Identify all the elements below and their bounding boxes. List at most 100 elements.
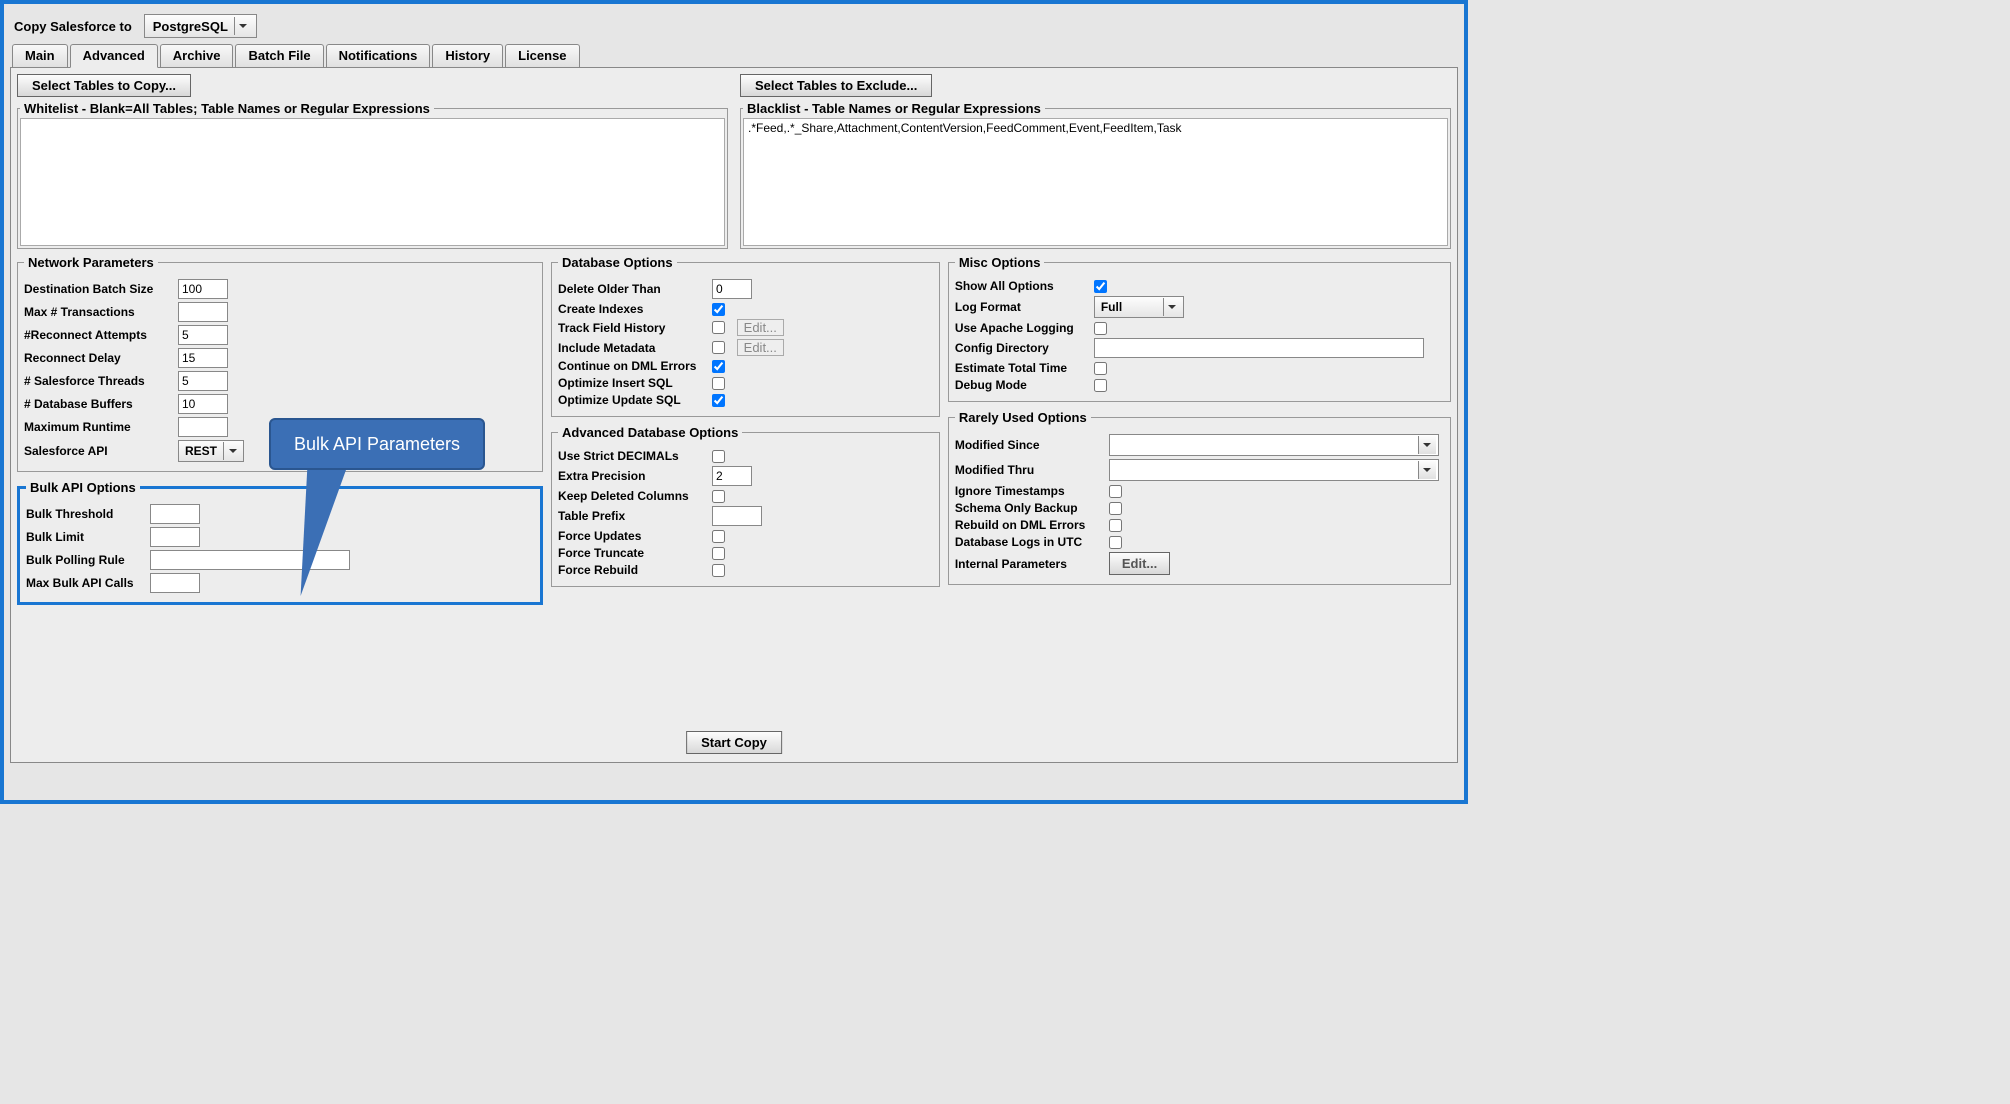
internal-params-label: Internal Parameters xyxy=(955,557,1105,571)
tab-archive[interactable]: Archive xyxy=(160,44,234,67)
max-runtime-label: Maximum Runtime xyxy=(24,420,174,434)
log-format-label: Log Format xyxy=(955,300,1090,314)
select-tables-copy-button[interactable]: Select Tables to Copy... xyxy=(17,74,191,97)
misc-options: Misc Options Show All Options Log Format… xyxy=(948,255,1451,402)
callout-bubble: Bulk API Parameters xyxy=(269,418,485,470)
tab-license[interactable]: License xyxy=(505,44,579,67)
keep-del-checkbox[interactable] xyxy=(712,490,725,503)
db-buffers-input[interactable] xyxy=(178,394,228,414)
reconn-att-input[interactable] xyxy=(178,325,228,345)
track-history-edit-button[interactable]: Edit... xyxy=(737,319,784,336)
whitelist-listbox[interactable] xyxy=(20,118,725,246)
log-format-select[interactable]: Full xyxy=(1094,296,1184,318)
max-runtime-input[interactable] xyxy=(178,417,228,437)
strict-dec-checkbox[interactable] xyxy=(712,450,725,463)
bulk-legend: Bulk API Options xyxy=(26,480,140,495)
mod-since-label: Modified Since xyxy=(955,438,1105,452)
bulk-limit-input[interactable] xyxy=(150,527,200,547)
tab-notifications[interactable]: Notifications xyxy=(326,44,431,67)
mod-since-select[interactable] xyxy=(1109,434,1439,456)
bulk-maxcalls-label: Max Bulk API Calls xyxy=(26,576,146,590)
reconn-delay-input[interactable] xyxy=(178,348,228,368)
table-prefix-input[interactable] xyxy=(712,506,762,526)
track-history-label: Track Field History xyxy=(558,321,708,335)
delete-older-label: Delete Older Than xyxy=(558,282,708,296)
extra-prec-input[interactable] xyxy=(712,466,752,486)
chevron-down-icon xyxy=(1163,298,1181,316)
apache-log-checkbox[interactable] xyxy=(1094,322,1107,335)
chevron-down-icon xyxy=(234,17,252,35)
max-trans-input[interactable] xyxy=(178,302,228,322)
include-meta-checkbox[interactable] xyxy=(712,341,725,354)
mod-thru-select[interactable] xyxy=(1109,459,1439,481)
extra-prec-label: Extra Precision xyxy=(558,469,708,483)
header: Copy Salesforce to PostgreSQL xyxy=(4,4,1464,44)
advdb-legend: Advanced Database Options xyxy=(558,425,742,440)
create-indexes-label: Create Indexes xyxy=(558,302,708,316)
sf-threads-label: # Salesforce Threads xyxy=(24,374,174,388)
log-format-value: Full xyxy=(1101,300,1122,314)
sf-api-select[interactable]: REST xyxy=(178,440,244,462)
force-trunc-checkbox[interactable] xyxy=(712,547,725,560)
bulk-maxcalls-input[interactable] xyxy=(150,573,200,593)
select-tables-exclude-button[interactable]: Select Tables to Exclude... xyxy=(740,74,932,97)
opt-update-checkbox[interactable] xyxy=(712,394,725,407)
tab-history[interactable]: History xyxy=(432,44,503,67)
apache-log-label: Use Apache Logging xyxy=(955,321,1090,335)
advanced-database-options: Advanced Database Options Use Strict DEC… xyxy=(551,425,940,587)
destination-value: PostgreSQL xyxy=(153,19,228,34)
cont-dml-checkbox[interactable] xyxy=(712,360,725,373)
force-rebuild-label: Force Rebuild xyxy=(558,563,708,577)
include-meta-label: Include Metadata xyxy=(558,341,708,355)
show-all-checkbox[interactable] xyxy=(1094,280,1107,293)
tab-bar: Main Advanced Archive Batch File Notific… xyxy=(4,44,1464,67)
chevron-down-icon xyxy=(1418,436,1436,454)
internal-params-edit-button[interactable]: Edit... xyxy=(1109,552,1170,575)
dest-batch-label: Destination Batch Size xyxy=(24,282,174,296)
start-copy-button[interactable]: Start Copy xyxy=(686,731,782,754)
whitelist-legend: Whitelist - Blank=All Tables; Table Name… xyxy=(20,101,434,116)
config-dir-input[interactable] xyxy=(1094,338,1424,358)
force-trunc-label: Force Truncate xyxy=(558,546,708,560)
chevron-down-icon xyxy=(1418,461,1436,479)
reconn-delay-label: Reconnect Delay xyxy=(24,351,174,365)
dest-batch-input[interactable] xyxy=(178,279,228,299)
include-meta-edit-button[interactable]: Edit... xyxy=(737,339,784,356)
track-history-checkbox[interactable] xyxy=(712,321,725,334)
config-dir-label: Config Directory xyxy=(955,341,1090,355)
rebuild-dml-label: Rebuild on DML Errors xyxy=(955,518,1105,532)
force-rebuild-checkbox[interactable] xyxy=(712,564,725,577)
bulk-threshold-input[interactable] xyxy=(150,504,200,524)
table-prefix-label: Table Prefix xyxy=(558,509,708,523)
opt-update-label: Optimize Update SQL xyxy=(558,393,708,407)
tab-advanced[interactable]: Advanced xyxy=(70,44,158,68)
tab-batch-file[interactable]: Batch File xyxy=(235,44,323,67)
sf-api-label: Salesforce API xyxy=(24,444,174,458)
keep-del-label: Keep Deleted Columns xyxy=(558,489,708,503)
cont-dml-label: Continue on DML Errors xyxy=(558,359,708,373)
show-all-label: Show All Options xyxy=(955,279,1090,293)
rebuild-dml-checkbox[interactable] xyxy=(1109,519,1122,532)
sf-threads-input[interactable] xyxy=(178,371,228,391)
est-time-checkbox[interactable] xyxy=(1094,362,1107,375)
db-logs-utc-checkbox[interactable] xyxy=(1109,536,1122,549)
db-legend: Database Options xyxy=(558,255,677,270)
app-window: Copy Salesforce to PostgreSQL Main Advan… xyxy=(0,0,1468,804)
schema-only-checkbox[interactable] xyxy=(1109,502,1122,515)
debug-label: Debug Mode xyxy=(955,378,1090,392)
tab-panel-advanced: Select Tables to Copy... Whitelist - Bla… xyxy=(10,67,1458,763)
opt-insert-checkbox[interactable] xyxy=(712,377,725,390)
ignore-ts-checkbox[interactable] xyxy=(1109,485,1122,498)
debug-checkbox[interactable] xyxy=(1094,379,1107,392)
delete-older-input[interactable] xyxy=(712,279,752,299)
db-logs-utc-label: Database Logs in UTC xyxy=(955,535,1105,549)
create-indexes-checkbox[interactable] xyxy=(712,303,725,316)
strict-dec-label: Use Strict DECIMALs xyxy=(558,449,708,463)
destination-combo[interactable]: PostgreSQL xyxy=(144,14,257,38)
schema-only-label: Schema Only Backup xyxy=(955,501,1105,515)
force-upd-label: Force Updates xyxy=(558,529,708,543)
blacklist-listbox[interactable]: .*Feed,.*_Share,Attachment,ContentVersio… xyxy=(743,118,1448,246)
bulk-limit-label: Bulk Limit xyxy=(26,530,146,544)
tab-main[interactable]: Main xyxy=(12,44,68,67)
force-upd-checkbox[interactable] xyxy=(712,530,725,543)
